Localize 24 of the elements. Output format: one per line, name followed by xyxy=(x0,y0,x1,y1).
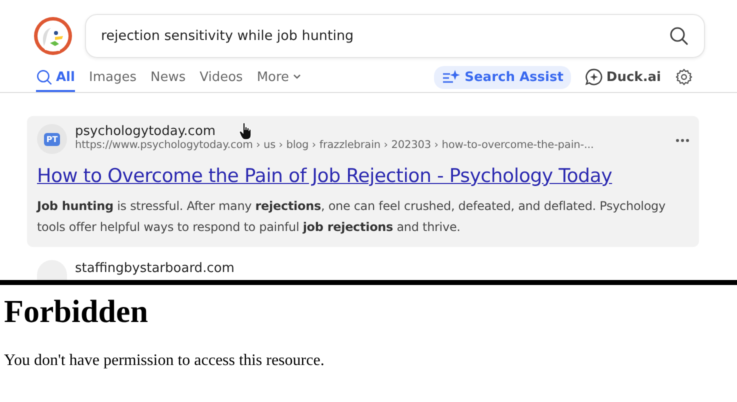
tab[interactable]: Images xyxy=(88,68,136,92)
settings-icon[interactable] xyxy=(675,68,693,86)
duck-ai-button[interactable]: Duck.ai xyxy=(585,68,661,86)
sparkle-list-icon xyxy=(442,70,460,84)
tab[interactable]: News xyxy=(150,68,186,92)
search-icon xyxy=(36,68,53,86)
site-favicon-icon xyxy=(37,260,67,280)
result-url[interactable]: https://www.psychologytoday.com › us › blog › frazzlebrain › 202303 › how-to-overcome-the-pain-... xyxy=(75,139,668,151)
hand-cursor-icon xyxy=(239,122,253,140)
tab[interactable]: More xyxy=(256,68,302,92)
result-title-link[interactable]: How to Overcome the Pain of Job Rejection - Psychology Today xyxy=(37,165,689,187)
result-domain[interactable]: psychologytoday.com xyxy=(75,124,668,139)
tab[interactable]: All xyxy=(36,68,75,92)
search-icon[interactable] xyxy=(669,26,689,46)
search-field[interactable]: rejection sensitivity while job hunting xyxy=(85,14,705,58)
result-domain[interactable]: staffingbystarboard.com xyxy=(75,261,234,276)
tab[interactable]: Videos xyxy=(200,68,243,92)
site-favicon-icon: PT xyxy=(37,124,67,154)
result-snippet: Job hunting is stressful. After many rejections, one can feel crushed, defeated, and deflated. Psychology tools offer helpful ways to respond to painful job rejections and thrive. xyxy=(37,198,666,236)
chevron-down-icon xyxy=(292,73,302,81)
error-heading: Forbidden xyxy=(4,292,150,331)
search-assist-button[interactable]: Search Assist xyxy=(434,66,572,88)
chat-bubble-icon xyxy=(585,68,604,86)
error-message: You don't have permission to access this resource. xyxy=(4,352,326,370)
